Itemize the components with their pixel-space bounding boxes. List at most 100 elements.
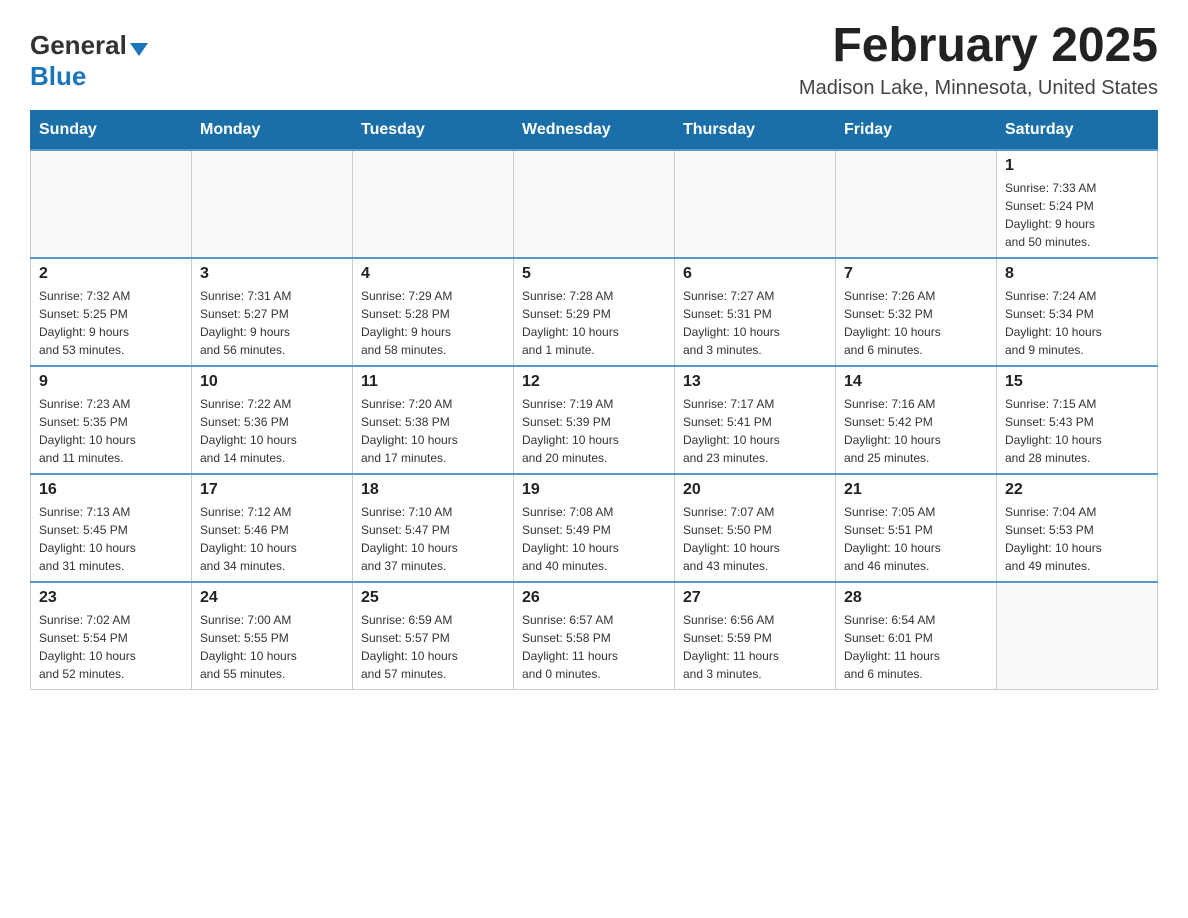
day-number: 5 (522, 265, 666, 283)
calendar-cell: 22 Sunrise: 7:04 AM Sunset: 5:53 PM Dayli… (997, 474, 1158, 582)
calendar-cell: 7 Sunrise: 7:26 AM Sunset: 5:32 PM Daylig… (836, 258, 997, 366)
day-number: 21 (844, 481, 988, 499)
day-number: 4 (361, 265, 505, 283)
week-row-2: 2 Sunrise: 7:32 AM Sunset: 5:25 PM Daylig… (31, 258, 1158, 366)
day-info: Sunrise: 7:31 AM Sunset: 5:27 PM Dayligh… (200, 287, 344, 359)
day-info: Sunrise: 7:23 AM Sunset: 5:35 PM Dayligh… (39, 395, 183, 467)
day-number: 17 (200, 481, 344, 499)
day-info: Sunrise: 7:04 AM Sunset: 5:53 PM Dayligh… (1005, 503, 1149, 575)
calendar-cell: 16Sunrise: 7:13 AM Sunset: 5:45 PM Dayli… (31, 474, 192, 582)
day-info: Sunrise: 7:32 AM Sunset: 5:25 PM Dayligh… (39, 287, 183, 359)
day-info: Sunrise: 7:10 AM Sunset: 5:47 PM Dayligh… (361, 503, 505, 575)
day-number: 25 (361, 589, 505, 607)
header: General Blue February 2025 Madison Lake,… (30, 20, 1158, 100)
location-title: Madison Lake, Minnesota, United States (799, 77, 1158, 100)
day-info: Sunrise: 7:12 AM Sunset: 5:46 PM Dayligh… (200, 503, 344, 575)
calendar-cell: 27 Sunrise: 6:56 AM Sunset: 5:59 PM Dayli… (675, 582, 836, 690)
calendar-cell: 6 Sunrise: 7:27 AM Sunset: 5:31 PM Daylig… (675, 258, 836, 366)
logo: General Blue (30, 30, 148, 92)
calendar-cell (514, 150, 675, 258)
calendar-cell: 9 Sunrise: 7:23 AM Sunset: 5:35 PM Daylig… (31, 366, 192, 474)
day-number: 7 (844, 265, 988, 283)
day-info: Sunrise: 7:28 AM Sunset: 5:29 PM Dayligh… (522, 287, 666, 359)
day-number: 8 (1005, 265, 1149, 283)
calendar-cell: 14 Sunrise: 7:16 AM Sunset: 5:42 PM Dayli… (836, 366, 997, 474)
calendar-cell: 11 Sunrise: 7:20 AM Sunset: 5:38 PM Dayli… (353, 366, 514, 474)
week-row-3: 9 Sunrise: 7:23 AM Sunset: 5:35 PM Daylig… (31, 366, 1158, 474)
day-info: Sunrise: 7:29 AM Sunset: 5:28 PM Dayligh… (361, 287, 505, 359)
calendar-cell: 20 Sunrise: 7:07 AM Sunset: 5:50 PM Dayli… (675, 474, 836, 582)
calendar-cell: 8Sunrise: 7:24 AM Sunset: 5:34 PM Daylig… (997, 258, 1158, 366)
weekday-header-wednesday: Wednesday (514, 110, 675, 150)
calendar-cell: 25 Sunrise: 6:59 AM Sunset: 5:57 PM Dayli… (353, 582, 514, 690)
day-info: Sunrise: 7:20 AM Sunset: 5:38 PM Dayligh… (361, 395, 505, 467)
day-number: 2 (39, 265, 183, 283)
calendar-cell: 15Sunrise: 7:15 AM Sunset: 5:43 PM Dayli… (997, 366, 1158, 474)
day-info: Sunrise: 7:17 AM Sunset: 5:41 PM Dayligh… (683, 395, 827, 467)
calendar-cell: 26 Sunrise: 6:57 AM Sunset: 5:58 PM Dayli… (514, 582, 675, 690)
calendar-cell: 3Sunrise: 7:31 AM Sunset: 5:27 PM Daylig… (192, 258, 353, 366)
calendar-cell (353, 150, 514, 258)
weekday-header-sunday: Sunday (31, 110, 192, 150)
weekday-header-friday: Friday (836, 110, 997, 150)
day-info: Sunrise: 7:07 AM Sunset: 5:50 PM Dayligh… (683, 503, 827, 575)
calendar-cell (997, 582, 1158, 690)
weekday-header-saturday: Saturday (997, 110, 1158, 150)
day-info: Sunrise: 7:27 AM Sunset: 5:31 PM Dayligh… (683, 287, 827, 359)
title-area: February 2025 Madison Lake, Minnesota, U… (799, 20, 1158, 100)
weekday-header-row: SundayMondayTuesdayWednesdayThursdayFrid… (31, 110, 1158, 150)
logo-general-text: General (30, 30, 127, 61)
logo-blue-text: Blue (30, 61, 86, 91)
day-info: Sunrise: 7:26 AM Sunset: 5:32 PM Dayligh… (844, 287, 988, 359)
day-info: Sunrise: 7:22 AM Sunset: 5:36 PM Dayligh… (200, 395, 344, 467)
calendar-cell: 21 Sunrise: 7:05 AM Sunset: 5:51 PM Dayli… (836, 474, 997, 582)
day-number: 28 (844, 589, 988, 607)
day-info: Sunrise: 7:02 AM Sunset: 5:54 PM Dayligh… (39, 611, 183, 683)
day-info: Sunrise: 7:16 AM Sunset: 5:42 PM Dayligh… (844, 395, 988, 467)
weekday-header-monday: Monday (192, 110, 353, 150)
week-row-5: 23Sunrise: 7:02 AM Sunset: 5:54 PM Dayli… (31, 582, 1158, 690)
calendar-cell: 19 Sunrise: 7:08 AM Sunset: 5:49 PM Dayli… (514, 474, 675, 582)
day-info: Sunrise: 7:08 AM Sunset: 5:49 PM Dayligh… (522, 503, 666, 575)
calendar-cell: 13 Sunrise: 7:17 AM Sunset: 5:41 PM Dayli… (675, 366, 836, 474)
day-number: 27 (683, 589, 827, 607)
day-info: Sunrise: 7:13 AM Sunset: 5:45 PM Dayligh… (39, 503, 183, 575)
calendar-cell: 10 Sunrise: 7:22 AM Sunset: 5:36 PM Dayli… (192, 366, 353, 474)
day-info: Sunrise: 6:59 AM Sunset: 5:57 PM Dayligh… (361, 611, 505, 683)
day-number: 22 (1005, 481, 1149, 499)
logo-triangle-icon (130, 43, 148, 56)
day-number: 10 (200, 373, 344, 391)
day-number: 14 (844, 373, 988, 391)
day-number: 18 (361, 481, 505, 499)
day-info: Sunrise: 7:19 AM Sunset: 5:39 PM Dayligh… (522, 395, 666, 467)
day-number: 9 (39, 373, 183, 391)
day-number: 26 (522, 589, 666, 607)
calendar-cell (675, 150, 836, 258)
calendar-cell: 18 Sunrise: 7:10 AM Sunset: 5:47 PM Dayli… (353, 474, 514, 582)
day-number: 11 (361, 373, 505, 391)
calendar: SundayMondayTuesdayWednesdayThursdayFrid… (30, 110, 1158, 690)
day-number: 20 (683, 481, 827, 499)
calendar-cell: 17 Sunrise: 7:12 AM Sunset: 5:46 PM Dayli… (192, 474, 353, 582)
calendar-cell: 4 Sunrise: 7:29 AM Sunset: 5:28 PM Daylig… (353, 258, 514, 366)
day-info: Sunrise: 7:33 AM Sunset: 5:24 PM Dayligh… (1005, 179, 1149, 251)
day-info: Sunrise: 6:57 AM Sunset: 5:58 PM Dayligh… (522, 611, 666, 683)
calendar-cell: 2 Sunrise: 7:32 AM Sunset: 5:25 PM Daylig… (31, 258, 192, 366)
day-number: 1 (1005, 157, 1149, 175)
calendar-cell (192, 150, 353, 258)
calendar-cell (31, 150, 192, 258)
day-number: 19 (522, 481, 666, 499)
day-info: Sunrise: 7:05 AM Sunset: 5:51 PM Dayligh… (844, 503, 988, 575)
month-title: February 2025 (799, 20, 1158, 73)
calendar-cell: 1 Sunrise: 7:33 AM Sunset: 5:24 PM Daylig… (997, 150, 1158, 258)
calendar-cell: 23Sunrise: 7:02 AM Sunset: 5:54 PM Dayli… (31, 582, 192, 690)
day-info: Sunrise: 6:54 AM Sunset: 6:01 PM Dayligh… (844, 611, 988, 683)
week-row-4: 16Sunrise: 7:13 AM Sunset: 5:45 PM Dayli… (31, 474, 1158, 582)
day-info: Sunrise: 7:00 AM Sunset: 5:55 PM Dayligh… (200, 611, 344, 683)
day-number: 24 (200, 589, 344, 607)
day-info: Sunrise: 6:56 AM Sunset: 5:59 PM Dayligh… (683, 611, 827, 683)
day-info: Sunrise: 7:15 AM Sunset: 5:43 PM Dayligh… (1005, 395, 1149, 467)
day-number: 13 (683, 373, 827, 391)
day-number: 6 (683, 265, 827, 283)
calendar-cell: 12Sunrise: 7:19 AM Sunset: 5:39 PM Dayli… (514, 366, 675, 474)
